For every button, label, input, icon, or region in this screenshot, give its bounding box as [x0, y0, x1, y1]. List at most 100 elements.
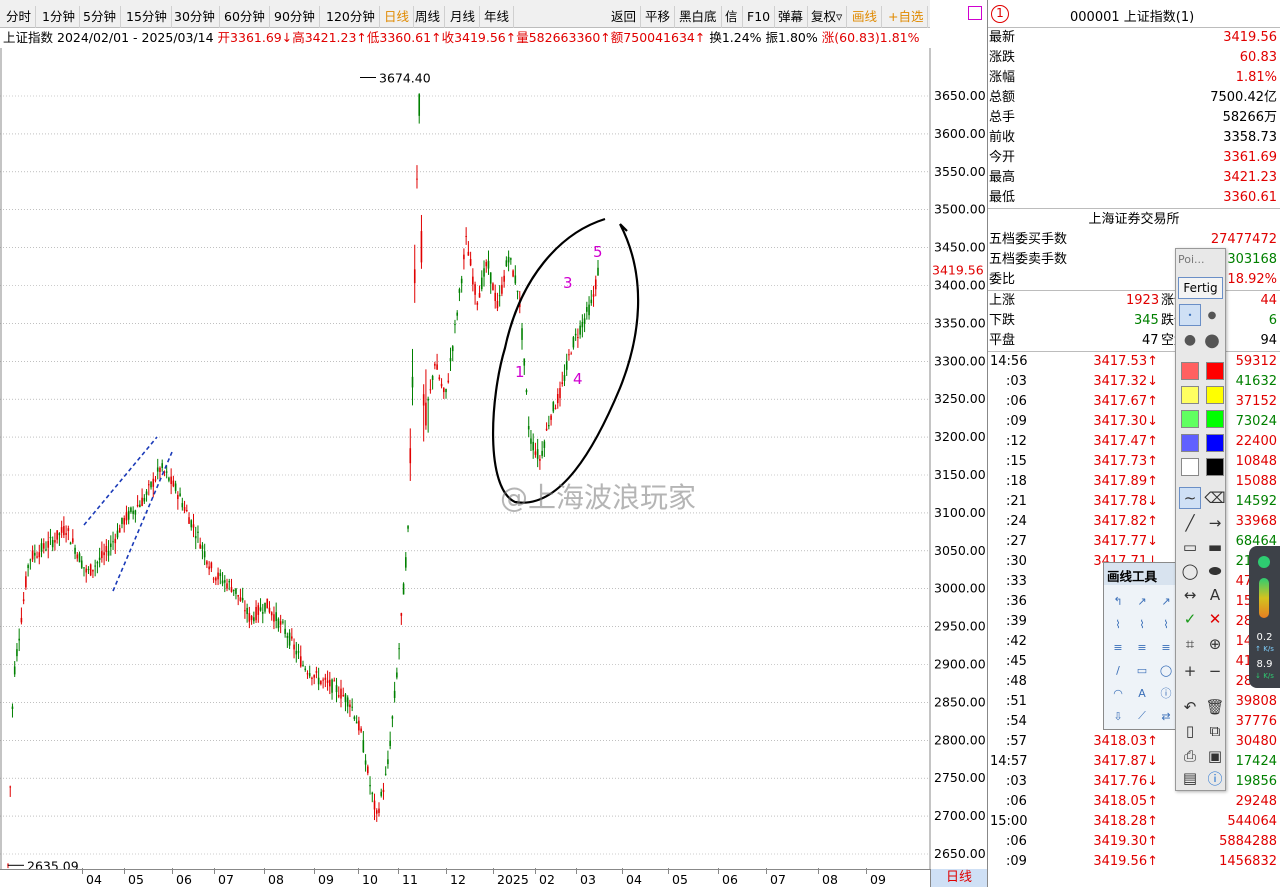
- period-tab-10[interactable]: 月线: [446, 6, 481, 28]
- period-tab-5[interactable]: 60分钟: [220, 6, 270, 28]
- toolbar-action-4[interactable]: F10: [743, 6, 776, 28]
- kline-chart[interactable]: 3650.00 3600.00 3550.00 3500.00 3450.00 3400.…: [0, 48, 987, 870]
- color-swatch[interactable]: [1204, 360, 1226, 382]
- info-icon[interactable]: ⓘ: [1204, 767, 1226, 789]
- zoom-in-icon[interactable]: ⊕: [1204, 633, 1226, 655]
- window-badge[interactable]: 1: [991, 5, 1009, 23]
- color-swatch[interactable]: [1179, 384, 1201, 406]
- period-tab-7[interactable]: 120分钟: [322, 6, 380, 28]
- draw-tool-icon[interactable]: ≡: [1156, 637, 1176, 657]
- plus-icon[interactable]: +: [1179, 660, 1201, 682]
- toolbar-action-2[interactable]: 黑白底: [675, 6, 722, 28]
- period-tab-3[interactable]: 15分钟: [122, 6, 172, 28]
- toolbar-action-6[interactable]: 复权▿: [807, 6, 848, 28]
- toolbar-action-3[interactable]: 信: [721, 6, 743, 28]
- toolbar-action-0[interactable]: 返回: [607, 6, 642, 28]
- draw-tool-icon[interactable]: ⇩: [1108, 706, 1128, 726]
- draw-tool-icon[interactable]: ⟋: [1132, 706, 1152, 726]
- drawing-palette[interactable]: Poi... Fertig • ● ● ● ∼ ⌫ ╱ → ▭ ▬ ◯ ⬬ ↔ A ✓ ✕ ⌗ ⊕ + − ↶ 🗑 ▯ ⧉ ⎙ ▣…: [1175, 248, 1226, 791]
- candle-body: [512, 270, 514, 277]
- draw-tool-icon[interactable]: ⌇: [1156, 614, 1176, 634]
- wave-label[interactable]: 4: [573, 370, 583, 388]
- draw-tool-icon[interactable]: ↗: [1156, 591, 1176, 611]
- tick-time: :24: [1006, 514, 1027, 529]
- draw-tool-icon[interactable]: ◠: [1108, 683, 1128, 703]
- toolbar-action-5[interactable]: 弹幕: [774, 6, 809, 28]
- arrow-icon[interactable]: →: [1204, 512, 1226, 534]
- color-swatch[interactable]: [1179, 432, 1201, 454]
- line-icon[interactable]: ╱: [1179, 512, 1201, 534]
- period-tab-11[interactable]: 年线: [480, 6, 515, 28]
- draw-tool-icon[interactable]: ⌇: [1108, 614, 1128, 634]
- double-arrow-icon[interactable]: ↔: [1179, 584, 1201, 606]
- minus-icon[interactable]: −: [1204, 660, 1226, 682]
- draw-tool-icon[interactable]: A: [1132, 683, 1152, 703]
- close-icon[interactable]: ✕: [1204, 608, 1226, 630]
- toolbar-action-1[interactable]: 平移: [641, 6, 676, 28]
- color-swatch[interactable]: [1179, 408, 1201, 430]
- undo-icon[interactable]: ↶: [1179, 696, 1201, 718]
- ellipse-icon[interactable]: ◯: [1179, 560, 1201, 582]
- period-tab-8[interactable]: 日线: [380, 6, 415, 28]
- point-xlarge-icon[interactable]: ●: [1201, 329, 1223, 351]
- tick-time: :33: [1006, 574, 1027, 589]
- draw-tool-icon[interactable]: ◯: [1156, 660, 1176, 680]
- color-swatch[interactable]: [1179, 360, 1201, 382]
- candle-body: [103, 552, 105, 556]
- period-tab-9[interactable]: 周线: [411, 6, 446, 28]
- color-swatch[interactable]: [1204, 432, 1226, 454]
- color-swatch[interactable]: [1179, 456, 1201, 478]
- wave-label[interactable]: 1: [515, 363, 525, 381]
- draw-tool-icon[interactable]: /: [1108, 660, 1128, 680]
- toolbar-action-8[interactable]: +自选: [884, 6, 929, 28]
- draw-tool-icon[interactable]: ↗: [1132, 591, 1152, 611]
- draw-tool-icon[interactable]: ⓘ: [1156, 683, 1176, 703]
- draw-tool-icon[interactable]: ⌇: [1132, 614, 1152, 634]
- copy-icon[interactable]: ⧉: [1204, 720, 1226, 742]
- period-tab-1[interactable]: 1分钟: [38, 6, 80, 28]
- rectangle-icon[interactable]: ▭: [1179, 536, 1201, 558]
- point-small-icon[interactable]: •: [1179, 304, 1201, 326]
- toolbar-action-7[interactable]: 画线: [848, 6, 883, 28]
- draw-tool-icon[interactable]: ▭: [1132, 660, 1152, 680]
- screenshot-icon[interactable]: ▤: [1179, 767, 1201, 789]
- crop-icon[interactable]: ⌗: [1179, 633, 1201, 655]
- text-icon[interactable]: A: [1204, 584, 1226, 606]
- draw-tool-icon[interactable]: ≡: [1132, 637, 1152, 657]
- draw-tool-icon[interactable]: ≡: [1108, 637, 1128, 657]
- save-icon[interactable]: ▣: [1204, 745, 1226, 767]
- filled-rect-icon[interactable]: ▬: [1204, 536, 1226, 558]
- freehand-loop[interactable]: [492, 217, 640, 504]
- draw-tool-icon[interactable]: ↰: [1108, 591, 1128, 611]
- tick-volume: 1456832: [1219, 854, 1277, 869]
- print-icon[interactable]: ⎙: [1179, 745, 1201, 767]
- eraser-icon[interactable]: ⌫: [1204, 487, 1226, 509]
- network-speed-widget[interactable]: 0.2 ↑ K/s 8.9 ↓ K/s: [1249, 546, 1280, 688]
- period-tab-0[interactable]: 分时: [2, 6, 37, 28]
- draw-tools-title[interactable]: 画线工具: [1104, 563, 1176, 585]
- kline-svg[interactable]: 3650.00 3600.00 3550.00 3500.00 3450.00 3400.…: [0, 48, 987, 870]
- point-medium-icon[interactable]: ●: [1201, 304, 1223, 326]
- color-swatch[interactable]: [1204, 384, 1226, 406]
- freehand-icon[interactable]: ∼: [1179, 487, 1201, 509]
- check-icon[interactable]: ✓: [1179, 608, 1201, 630]
- color-swatch[interactable]: [1204, 408, 1226, 430]
- window-square-icon[interactable]: [968, 6, 982, 20]
- period-tab-2[interactable]: 5分钟: [79, 6, 121, 28]
- color-swatch[interactable]: [1204, 456, 1226, 478]
- candle-body: [253, 617, 255, 622]
- wave-label[interactable]: 5: [593, 243, 603, 261]
- candle-body: [210, 562, 213, 569]
- period-tab-6[interactable]: 90分钟: [270, 6, 320, 28]
- fertig-button[interactable]: Fertig: [1178, 277, 1223, 299]
- trash-icon[interactable]: 🗑: [1204, 696, 1226, 718]
- draw-tool-icon[interactable]: ⇄: [1156, 706, 1176, 726]
- filled-ellipse-icon[interactable]: ⬬: [1204, 560, 1226, 582]
- draw-tools-window[interactable]: 画线工具 ↰ ↗ ↗ ⌇ ⌇ ⌇ ≡ ≡ ≡ / ▭ ◯ ◠ Aⓘ ⇩ ⟋ ⇄: [1103, 562, 1177, 730]
- point-large-icon[interactable]: ●: [1179, 329, 1201, 351]
- wave-label[interactable]: 3: [563, 274, 573, 292]
- new-doc-icon[interactable]: ▯: [1179, 720, 1201, 742]
- candle-body: [541, 450, 543, 456]
- period-tab-4[interactable]: 30分钟: [170, 6, 220, 28]
- daily-tab[interactable]: 日线: [930, 869, 987, 887]
